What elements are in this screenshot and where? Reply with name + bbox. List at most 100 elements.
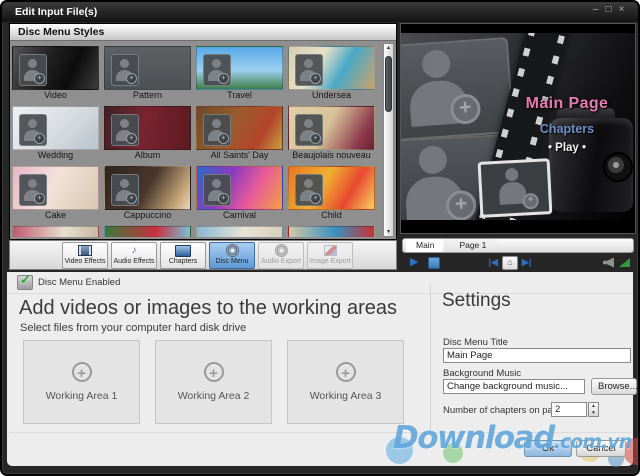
scroll-up-icon[interactable]: ▲ xyxy=(384,44,393,52)
audio-effects-button[interactable]: ♪ Audio Effects xyxy=(111,242,157,269)
disc-grey-icon xyxy=(275,245,288,257)
preview-chapters-link[interactable]: Chapters xyxy=(511,122,623,136)
person-placeholder-icon: + xyxy=(203,114,231,146)
close-icon[interactable]: × xyxy=(615,4,628,15)
style-tile-label: Travel xyxy=(196,90,283,101)
gallery-scrollbar[interactable]: ▲ ▼ xyxy=(383,43,394,237)
style-tile[interactable]: + Cappuccino xyxy=(104,166,191,221)
window-title: Edit Input File(s) xyxy=(15,6,97,18)
stop-icon[interactable] xyxy=(428,257,440,269)
style-tile[interactable]: + Cake xyxy=(12,166,99,221)
style-tile-label: Cappuccino xyxy=(104,210,191,221)
style-tile[interactable]: + All Saints' Day xyxy=(196,106,283,161)
disc-menu-title-input[interactable] xyxy=(443,348,631,363)
person-placeholder-icon: + xyxy=(19,54,47,86)
chapters-count-input[interactable] xyxy=(551,402,587,417)
settings-panel: Settings Disc Menu Title Background Musi… xyxy=(441,272,638,432)
chapters-count-stepper[interactable]: ▲▼ xyxy=(588,402,599,417)
working-area-dropzone[interactable]: + Working Area 3 xyxy=(287,340,404,424)
minimize-icon[interactable]: – xyxy=(589,4,602,15)
preview-scene: + + + Main Page Chapters • Play • xyxy=(401,33,635,220)
disc-menu-button[interactable]: Disc Menu xyxy=(209,242,255,269)
style-tile[interactable]: + Beaujolais nouveau xyxy=(288,106,375,161)
style-tile-clipped[interactable] xyxy=(288,226,375,237)
style-tile-label: All Saints' Day xyxy=(196,150,283,161)
style-tile-label: Wedding xyxy=(12,150,99,161)
picture-icon xyxy=(324,245,337,257)
chapters-button[interactable]: Chapters xyxy=(160,242,206,269)
add-icon: + xyxy=(72,362,92,382)
working-areas-subheading: Select files from your computer hard dis… xyxy=(20,322,246,334)
style-tile[interactable]: + Child xyxy=(288,166,375,221)
video-effects-button[interactable]: Video Effects xyxy=(62,242,108,269)
person-placeholder-icon: + xyxy=(406,48,475,130)
style-tile-label: Video xyxy=(12,90,99,101)
page-breadcrumb: MainPage 1 xyxy=(402,238,634,253)
cancel-button[interactable]: Cancel xyxy=(576,440,626,457)
style-tile-label: Beaujolais nouveau xyxy=(288,150,375,161)
person-placeholder-icon: + xyxy=(111,54,139,86)
working-area-dropzone[interactable]: + Working Area 2 xyxy=(155,340,272,424)
music-note-icon: ♪ xyxy=(132,245,137,257)
camcorder-lcd: + xyxy=(478,158,553,218)
style-tile[interactable]: + Video xyxy=(12,46,99,101)
style-tile[interactable]: + Pattern xyxy=(104,46,191,101)
play-icon[interactable]: ▶ xyxy=(410,257,418,268)
disc-menu-styles-header: Disc Menu Styles xyxy=(10,24,396,41)
browse-button[interactable]: Browse... xyxy=(591,378,637,395)
person-placeholder-icon: + xyxy=(111,114,139,146)
style-tile-label: Child xyxy=(288,210,375,221)
vertical-divider xyxy=(430,284,431,430)
maximize-icon[interactable]: □ xyxy=(602,4,615,15)
ok-button[interactable]: Ok xyxy=(524,440,572,457)
spin-up-icon[interactable]: ▲ xyxy=(589,403,598,409)
add-icon: + xyxy=(204,362,224,382)
working-areas: + Working Area 1 + Working Area 2 + Work… xyxy=(23,340,404,424)
person-placeholder-icon: + xyxy=(295,54,323,86)
style-tile-label: Carnival xyxy=(196,210,283,221)
menu-text-block: Main Page Chapters • Play • xyxy=(511,95,623,154)
window-controls: –□× xyxy=(589,4,628,15)
scrollbar-thumb[interactable] xyxy=(385,56,392,112)
person-placeholder-icon: + xyxy=(203,54,231,86)
disc-menu-enabled-label: Disc Menu Enabled xyxy=(38,277,120,288)
spin-down-icon[interactable]: ▼ xyxy=(589,410,598,416)
disc-menu-preview: + + + Main Page Chapters • Play • xyxy=(400,23,636,234)
style-tile[interactable]: + Carnival xyxy=(196,166,283,221)
scroll-down-icon[interactable]: ▼ xyxy=(384,228,393,236)
style-tile-clipped[interactable] xyxy=(196,226,283,237)
settings-heading: Settings xyxy=(442,290,511,312)
volume-icon[interactable] xyxy=(619,258,630,267)
person-placeholder-icon: + xyxy=(111,174,139,206)
style-gallery: + Video + Pattern + Travel xyxy=(12,43,382,237)
home-icon[interactable]: ⌂ xyxy=(502,256,518,270)
background-music-input[interactable] xyxy=(443,379,585,394)
style-tile[interactable]: + Album xyxy=(104,106,191,161)
style-tile-clipped[interactable] xyxy=(12,226,99,237)
style-tile[interactable]: + Wedding xyxy=(12,106,99,161)
page-tab[interactable]: Page 1 xyxy=(443,239,502,252)
style-tile[interactable]: + Undersea xyxy=(288,46,375,101)
working-areas-heading: Add videos or images to the working area… xyxy=(19,297,397,320)
transport-controls: ▶ |◀ ⌂ ▶| xyxy=(402,255,634,270)
person-placeholder-icon: + xyxy=(481,161,547,164)
working-area-dropzone[interactable]: + Working Area 1 xyxy=(23,340,140,424)
person-placeholder-icon: + xyxy=(295,114,323,146)
style-tile-label: Undersea xyxy=(288,90,375,101)
audio-export-button: Audio Export xyxy=(258,242,304,269)
preview-play-link[interactable]: • Play • xyxy=(511,142,623,154)
bottom-panel: ✓ Disc Menu Enabled Add videos or images… xyxy=(7,272,633,466)
disc-icon xyxy=(226,245,239,257)
speaker-icon[interactable] xyxy=(603,258,614,268)
working-area-label: Working Area 2 xyxy=(156,390,271,402)
next-page-icon[interactable]: ▶| xyxy=(522,257,531,268)
mode-toolbar: Video Effects ♪ Audio Effects Chapters D… xyxy=(9,240,397,270)
style-tile[interactable]: + Travel xyxy=(196,46,283,101)
disc-menu-styles-panel: Disc Menu Styles + Video + Pattern xyxy=(9,23,397,240)
chapters-count-label: Number of chapters on page: xyxy=(443,405,566,416)
previous-page-icon[interactable]: |◀ xyxy=(488,257,497,268)
style-tile-clipped[interactable] xyxy=(104,226,191,237)
style-tile-label: Cake xyxy=(12,210,99,221)
style-row-partial xyxy=(12,226,382,237)
add-icon: + xyxy=(336,362,356,382)
